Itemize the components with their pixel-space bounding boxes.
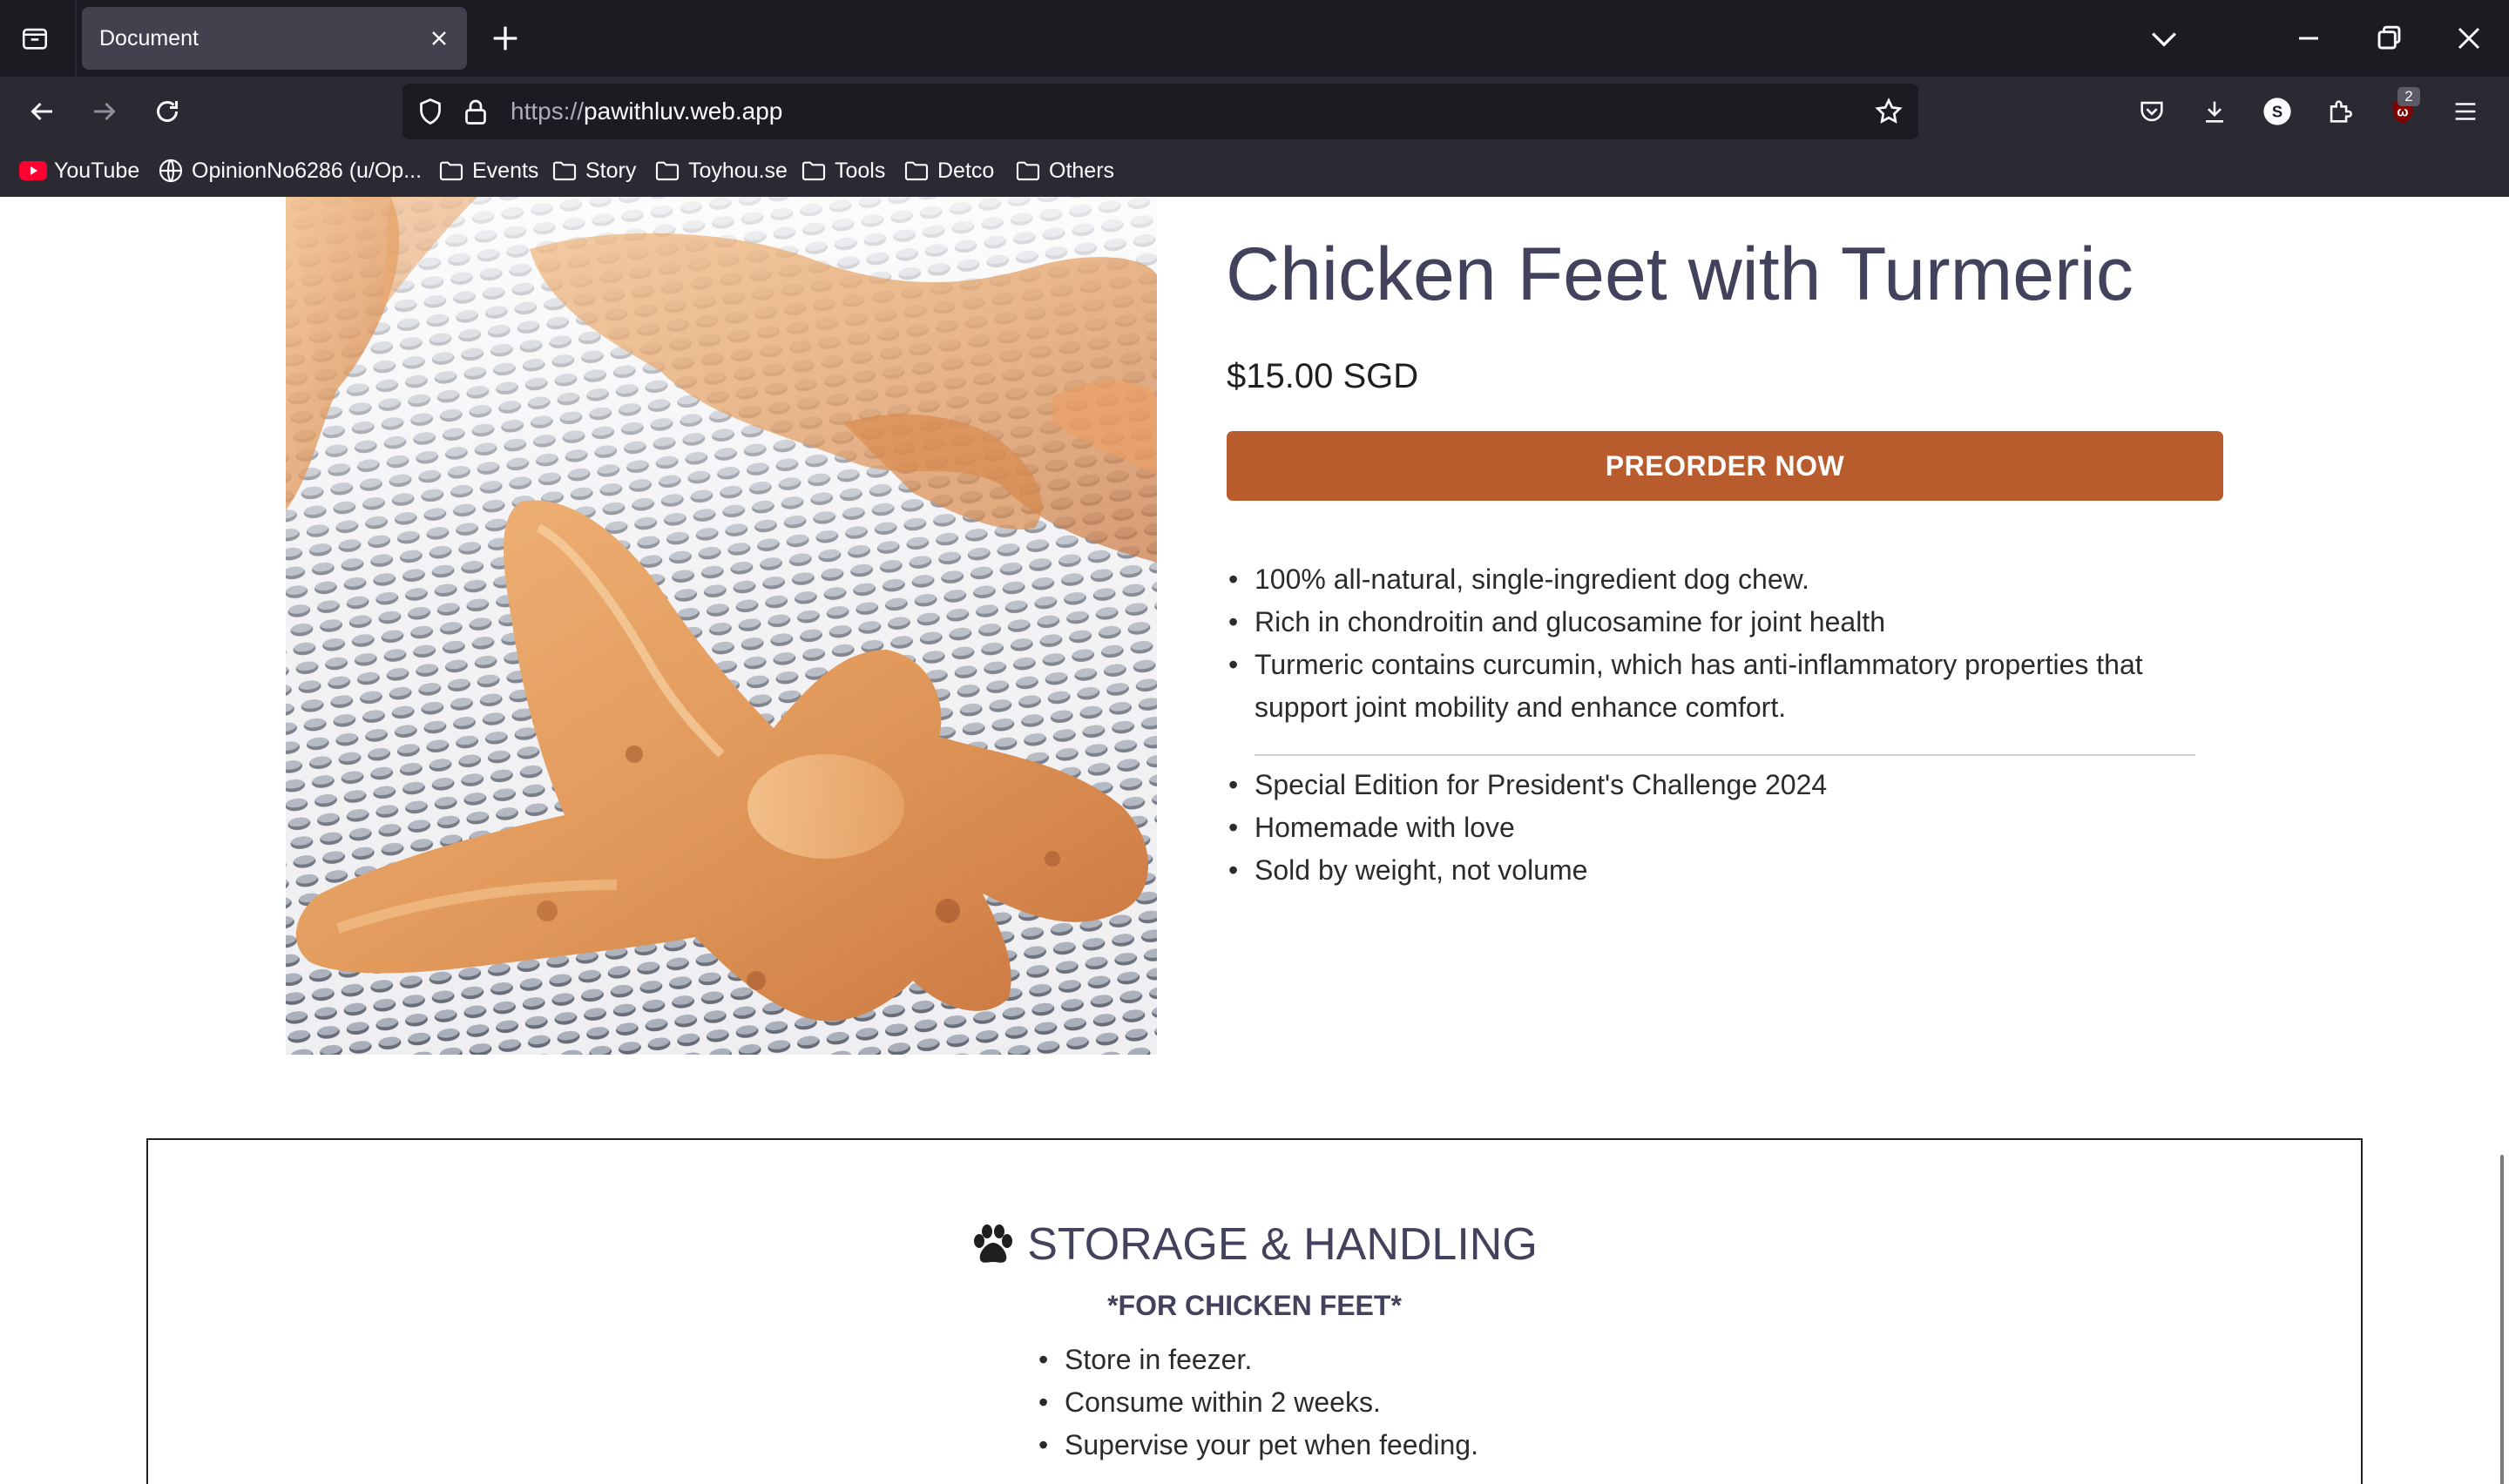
forward-button[interactable] — [84, 91, 125, 132]
bookmark-others[interactable]: Others — [1014, 155, 1114, 186]
star-icon[interactable] — [1873, 96, 1904, 127]
url-bar[interactable]: https://pawithluv.web.app — [402, 84, 1918, 139]
list-item: Consume within 2 weeks. — [1038, 1381, 1478, 1424]
bookmark-tools[interactable]: Tools — [800, 155, 885, 186]
restore-icon[interactable] — [2370, 19, 2408, 57]
feature-list: 100% all-natural, single-ingredient dog … — [1228, 558, 2239, 729]
folder-icon — [904, 161, 929, 181]
tab-bar: Document — [0, 0, 2509, 77]
lock-icon[interactable] — [460, 96, 491, 127]
reload-icon — [157, 101, 178, 122]
storage-list: Store in feezer. Consume within 2 weeks.… — [1038, 1339, 1478, 1467]
extensions-button[interactable] — [2319, 91, 2361, 132]
tab-title: Document — [99, 26, 199, 51]
product-image — [286, 197, 1157, 1055]
pocket-icon — [2140, 101, 2163, 122]
folder-icon — [801, 161, 826, 181]
folder-icon — [1016, 161, 1040, 181]
bookmark-story[interactable]: Story — [551, 155, 636, 186]
account-avatar-icon: S — [2263, 98, 2291, 125]
product-price: $15.00 SGD — [1227, 357, 1419, 395]
url-text[interactable]: https://pawithluv.web.app — [511, 98, 782, 125]
bookmark-label: Events — [472, 158, 539, 183]
new-tab-icon[interactable] — [488, 21, 523, 56]
list-item: Turmeric contains curcumin, which has an… — [1228, 644, 2239, 729]
bookmark-label: Toyhou.se — [688, 158, 788, 183]
list-item: Homemade with love — [1228, 806, 2239, 849]
bookmark-label: Tools — [835, 158, 886, 183]
chevron-down-icon[interactable] — [2145, 19, 2183, 57]
folder-icon — [439, 161, 463, 181]
window-close-icon[interactable] — [2450, 19, 2488, 57]
bookmark-label: YouTube — [54, 158, 140, 183]
list-item: 100% all-natural, single-ingredient dog … — [1228, 558, 2239, 601]
youtube-icon — [19, 161, 47, 180]
folder-icon — [552, 161, 577, 181]
bookmark-toyhouse[interactable]: Toyhou.se — [653, 155, 788, 186]
globe-icon — [159, 159, 183, 183]
product-title: Chicken Feet with Turmeric — [1226, 233, 2134, 316]
storage-section: STORAGE & HANDLING *FOR CHICKEN FEET* St… — [146, 1138, 2363, 1484]
firefox-view-button[interactable] — [12, 19, 57, 57]
close-icon[interactable] — [427, 26, 451, 51]
list-item: Store in feezer. — [1038, 1339, 1478, 1381]
back-button[interactable] — [21, 91, 63, 132]
url-protocol: https:// — [511, 98, 585, 125]
scrollbar-thumb[interactable] — [2500, 1155, 2504, 1484]
divider — [1254, 754, 2195, 756]
arrow-left-icon — [30, 102, 52, 121]
highlight-list: Special Edition for President's Challeng… — [1228, 764, 2239, 892]
storage-heading: STORAGE & HANDLING — [148, 1218, 2361, 1271]
reload-button[interactable] — [146, 91, 188, 132]
arrow-right-icon — [94, 102, 116, 121]
bookmark-label: OpinionNo6286 (u/Op... — [192, 158, 423, 183]
bookmark-label: Detco — [937, 158, 995, 183]
storage-subheading: *FOR CHICKEN FEET* — [1107, 1290, 1402, 1321]
navigation-toolbar: https://pawithluv.web.app S ω 2 — [0, 77, 2509, 146]
list-item: Sold by weight, not volume — [1228, 849, 2239, 892]
bookmarks-toolbar: YouTube OpinionNo6286 (u/Op... Events St… — [0, 146, 2509, 197]
shield-icon[interactable] — [415, 96, 446, 127]
firefox-view-icon — [22, 28, 48, 50]
download-icon — [2206, 101, 2223, 123]
menu-button[interactable] — [2445, 91, 2486, 132]
list-item: Rich in chondroitin and glucosamine for … — [1228, 601, 2239, 644]
svg-text:ω: ω — [2397, 105, 2408, 120]
list-item: Special Edition for President's Challeng… — [1228, 764, 2239, 806]
hamburger-menu-icon — [2455, 103, 2476, 120]
pocket-button[interactable] — [2131, 91, 2173, 132]
bookmark-detco[interactable]: Detco — [903, 155, 994, 186]
tab-separator — [75, 0, 77, 77]
bookmark-label: Others — [1049, 158, 1115, 183]
preorder-button[interactable]: PREORDER NOW — [1227, 431, 2223, 501]
tab-document[interactable]: Document — [82, 7, 467, 70]
bookmark-youtube[interactable]: YouTube — [19, 155, 139, 186]
account-initial: S — [2272, 102, 2282, 120]
list-item: Supervise your pet when feeding. — [1038, 1424, 1478, 1467]
extension-badge: 2 — [2397, 87, 2420, 106]
bookmark-opinion[interactable]: OpinionNo6286 (u/Op... — [157, 155, 422, 186]
account-button[interactable]: S — [2256, 91, 2298, 132]
web-page: Chicken Feet with Turmeric $15.00 SGD PR… — [0, 197, 2509, 1484]
folder-icon — [655, 161, 680, 181]
bookmark-events[interactable]: Events — [437, 155, 538, 186]
paw-icon — [974, 1224, 1013, 1263]
storage-heading-text: STORAGE & HANDLING — [1027, 1219, 1538, 1270]
puzzle-icon — [2330, 100, 2352, 123]
downloads-button[interactable] — [2194, 91, 2235, 132]
bookmark-label: Story — [585, 158, 637, 183]
url-host: pawithluv.web.app — [584, 98, 783, 125]
minimize-icon[interactable] — [2289, 19, 2328, 57]
